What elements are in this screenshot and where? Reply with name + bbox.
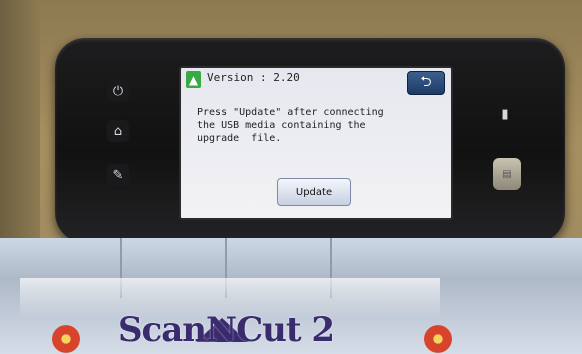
scan-icon: ▤ (502, 168, 512, 180)
power-button[interactable]: ⏻ (107, 80, 129, 102)
up-arrow-icon: ▲ (186, 71, 201, 88)
brand-logo: ScanNCut 2 (118, 310, 335, 350)
screen-title-bar: ▲ Version : 2.20 ⮌ (181, 68, 451, 95)
scan-button[interactable]: ▤ (493, 158, 521, 190)
back-button[interactable]: ⮌ (407, 71, 445, 95)
home-icon: ⌂ (113, 123, 123, 139)
power-icon: ⏻ (112, 83, 124, 99)
card-slot-icon: ▮ (501, 106, 509, 122)
settings-button[interactable]: ✎ (107, 164, 129, 186)
flower-decoration (48, 325, 84, 353)
touch-screen: ▲ Version : 2.20 ⮌ Press "Update" after … (179, 66, 453, 220)
back-arrow-icon: ⮌ (420, 74, 432, 90)
card-slot-button[interactable]: ▮ (495, 98, 515, 130)
device-panel: ⏻ ⌂ ✎ ▮ ▤ ▲ Version : 2.20 ⮌ Press "Upda… (55, 38, 565, 243)
message-line-1: Press "Update" after connecting (197, 107, 384, 118)
wrench-icon: ✎ (112, 167, 124, 183)
flower-decoration (420, 325, 456, 353)
home-button[interactable]: ⌂ (107, 120, 129, 142)
message-line-3: upgrade file. (197, 133, 282, 144)
message-line-2: the USB media containing the (197, 120, 366, 131)
update-button[interactable]: Update (277, 178, 351, 206)
version-label: Version : 2.20 (207, 71, 300, 84)
instruction-message: Press "Update" after connecting the USB … (197, 106, 437, 145)
